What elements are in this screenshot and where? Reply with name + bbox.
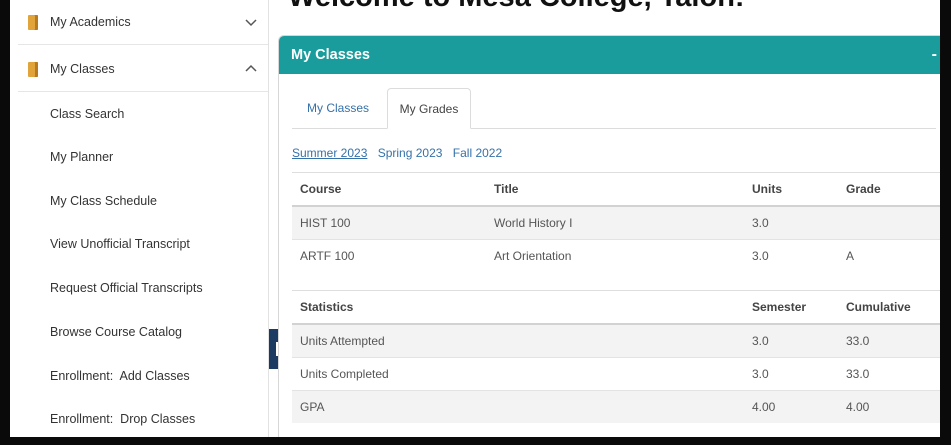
tab-my-grades[interactable]: My Grades: [387, 88, 471, 129]
sidebar-item-class-search[interactable]: Class Search: [18, 92, 268, 135]
column-header: Grade: [838, 172, 940, 207]
sidebar-item-label: Class Search: [50, 106, 125, 121]
table-cell: Units Attempted: [292, 323, 486, 358]
column-header: Course: [292, 172, 486, 207]
table-row: ARTF 100 Art Orientation 3.0 A: [292, 239, 940, 272]
table-cell: 3.0: [744, 323, 838, 358]
column-header: Units: [744, 172, 838, 207]
table-cell: 33.0: [838, 357, 940, 391]
panel-title: My Classes: [291, 47, 370, 63]
term-link-summer-2023[interactable]: Summer 2023: [292, 146, 367, 160]
sidebar-item-label: Request Official Transcripts: [50, 280, 203, 295]
sidebar-item-label: View Unofficial Transcript: [50, 236, 190, 251]
table-cell: 3.0: [744, 357, 838, 391]
sidebar-item-label: Enrollment: Add Classes: [50, 368, 190, 383]
sidebar-section-label: My Classes: [50, 62, 115, 76]
sidebar-item-label: My Class Schedule: [50, 193, 157, 208]
table-cell: HIST 100: [292, 205, 486, 240]
chevron-down-icon: [245, 19, 257, 27]
sidebar-item-my-class-schedule[interactable]: My Class Schedule: [18, 179, 268, 222]
column-header: Title: [486, 172, 744, 207]
table-cell: World History I: [486, 205, 744, 240]
sidebar-item-enrollment-drop-classes[interactable]: Enrollment: Drop Classes: [18, 397, 268, 437]
term-links: Summer 2023 Spring 2023 Fall 2022: [292, 146, 509, 160]
term-link-spring-2023[interactable]: Spring 2023: [378, 146, 443, 160]
table-cell: 33.0: [838, 323, 940, 358]
sidebar-item-browse-course-catalog[interactable]: Browse Course Catalog: [18, 310, 268, 353]
table-cell: 4.00: [838, 390, 940, 423]
table-row: GPA 4.00 4.00: [292, 390, 940, 423]
column-header: Cumulative: [838, 290, 940, 325]
book-icon: [28, 14, 38, 30]
table-cell: [838, 205, 940, 240]
sidebar-nav: My Academics My Classes Class Search My …: [18, 0, 269, 437]
table-cell: GPA: [292, 390, 486, 423]
column-header: Semester: [744, 290, 838, 325]
table-cell: Art Orientation: [486, 239, 744, 272]
grades-table: Course Title Units Grade HIST 100 World …: [292, 172, 940, 272]
collapse-panel-button[interactable]: -: [932, 46, 937, 64]
table-header-row: Course Title Units Grade: [292, 172, 940, 207]
tab-my-classes[interactable]: My Classes: [292, 88, 384, 128]
panel-header: My Classes -: [279, 36, 940, 74]
sidebar-item-label: Enrollment: Drop Classes: [50, 411, 196, 426]
column-header: Statistics: [292, 290, 486, 325]
table-cell: [486, 323, 744, 358]
sidebar-item-label: My Planner: [50, 149, 114, 164]
sidebar-item-request-official-transcripts[interactable]: Request Official Transcripts: [18, 266, 268, 309]
table-cell: A: [838, 239, 940, 272]
table-cell: 4.00: [744, 390, 838, 423]
sidebar-item-enrollment-add-classes[interactable]: Enrollment: Add Classes: [18, 354, 268, 397]
statistics-table: Statistics Semester Cumulative Units Att…: [292, 290, 940, 423]
app-frame: Welcome to Mesa College, Talon! My Acade…: [10, 0, 940, 437]
table-row: Units Completed 3.0 33.0: [292, 357, 940, 391]
sidebar-section-my-academics[interactable]: My Academics: [18, 0, 268, 45]
table-header-row: Statistics Semester Cumulative: [292, 290, 940, 325]
term-link-fall-2022[interactable]: Fall 2022: [453, 146, 502, 160]
sidebar-item-view-unofficial-transcript[interactable]: View Unofficial Transcript: [18, 222, 268, 265]
sidebar-section-label: My Academics: [50, 15, 131, 29]
table-cell: 3.0: [744, 239, 838, 272]
book-icon: [28, 61, 38, 77]
table-cell: ARTF 100: [292, 239, 486, 272]
table-row: HIST 100 World History I 3.0: [292, 205, 940, 240]
chevron-up-icon: [245, 64, 257, 72]
welcome-heading: Welcome to Mesa College, Talon!: [288, 0, 745, 14]
table-cell: 3.0: [744, 205, 838, 240]
panel-tabs: My Classes My Grades: [292, 88, 936, 129]
sidebar-item-my-planner[interactable]: My Planner: [18, 135, 268, 178]
table-cell: [486, 357, 744, 391]
table-cell: [486, 390, 744, 423]
my-classes-panel: My Classes - My Classes My Grades Summer…: [278, 35, 940, 437]
column-header: [486, 290, 744, 325]
table-row: Units Attempted 3.0 33.0: [292, 323, 940, 358]
table-cell: Units Completed: [292, 357, 486, 391]
sidebar-section-my-classes[interactable]: My Classes: [18, 47, 268, 92]
sidebar-item-label: Browse Course Catalog: [50, 324, 183, 339]
